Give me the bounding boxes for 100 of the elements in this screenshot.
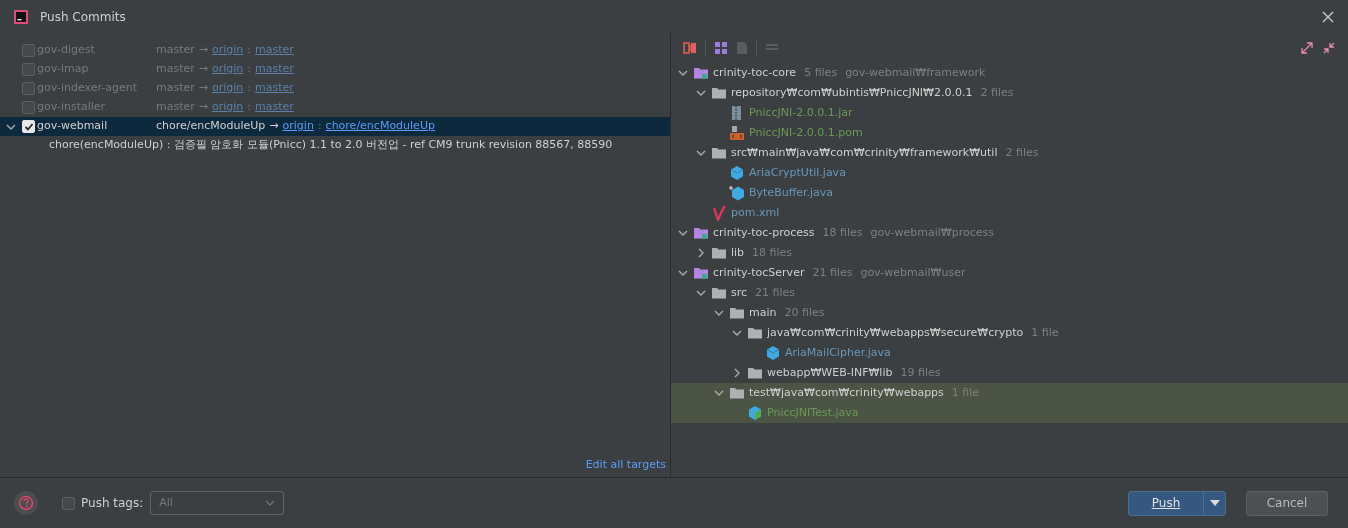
app-icon <box>14 9 28 24</box>
remote-link[interactable]: origin <box>212 80 244 97</box>
tree-row[interactable]: crinity-tocServer 21 files gov-webmail₩user <box>671 263 1348 283</box>
group-by-icon[interactable] <box>714 41 728 55</box>
repository-row[interactable]: gov-imap master → origin : master <box>0 60 670 79</box>
arrow-text: → <box>198 99 208 116</box>
repository-row[interactable]: gov-digest master → origin : master <box>0 41 670 60</box>
tree-item-label[interactable]: AriaCryptUtil.java <box>749 164 846 182</box>
tree-row[interactable]: java₩com₩crinity₩webapps₩secure₩crypto 1 file <box>671 323 1348 343</box>
folder-icon <box>747 365 763 381</box>
tree-row[interactable]: src 21 files <box>671 283 1348 303</box>
file-count: 21 files <box>812 264 853 281</box>
folder-icon <box>711 285 727 301</box>
file-count: 5 files <box>804 64 838 81</box>
remote-link[interactable]: origin <box>282 118 314 135</box>
file-count: 1 file <box>951 384 980 401</box>
tree-item-label[interactable]: crinity-toc-core <box>713 64 797 82</box>
tree-item-label[interactable]: crinity-tocServer <box>713 264 805 282</box>
file-count: 1 file <box>1031 324 1059 341</box>
target-branch-link[interactable]: chore/encModuleUp <box>325 118 435 135</box>
file-count: 2 files <box>1005 144 1039 161</box>
edit-all-targets-link[interactable]: Edit all targets <box>585 456 666 473</box>
tree-item-label[interactable]: PniccJNI-2.0.0.1.pom <box>749 124 863 142</box>
checkbox[interactable] <box>22 44 35 57</box>
tree-item-label[interactable]: main <box>749 304 777 322</box>
tree-item-label[interactable]: lib <box>731 244 745 262</box>
checkbox[interactable] <box>22 63 35 76</box>
repository-row[interactable]: gov-webmail chore/encModuleUp → origin : chore/encModuleUp <box>0 117 670 136</box>
repository-name: gov-installer <box>37 99 107 116</box>
tree-item-label[interactable]: AriaMailCipher.java <box>785 344 891 362</box>
tree-item-label[interactable]: src <box>731 284 748 302</box>
remote-link[interactable]: origin <box>212 99 244 116</box>
file-count: 18 files <box>822 224 863 241</box>
arrow-text: → <box>198 80 208 97</box>
module-path: gov-webmail₩process <box>870 224 994 241</box>
tree-row[interactable]: repository₩com₩ubintis₩PniccJNI₩2.0.0.1 2 files <box>671 83 1348 103</box>
tree-item-label[interactable]: src₩main₩java₩com₩crinity₩framework₩util <box>731 144 998 162</box>
tree-item-label[interactable]: ByteBuffer.java <box>749 184 834 202</box>
target-branch-link[interactable]: master <box>255 42 294 59</box>
help-icon[interactable] <box>14 491 38 515</box>
remote-link[interactable]: origin <box>212 42 244 59</box>
tree-row[interactable]: webapp₩WEB-INF₩lib 19 files <box>671 363 1348 383</box>
tree-item-label[interactable]: PniccJNITest.java <box>767 404 859 422</box>
folder-icon <box>711 145 727 161</box>
tree-item-label[interactable]: crinity-toc-process <box>713 224 815 242</box>
class-icon <box>729 185 745 201</box>
target-branch-link[interactable]: master <box>255 61 294 78</box>
target-branch-link[interactable]: master <box>255 80 294 97</box>
branch-name: master <box>156 99 195 116</box>
tree-row[interactable]: test₩java₩com₩crinity₩webapps 1 file <box>671 383 1348 403</box>
test-class-icon <box>747 405 763 421</box>
tree-row[interactable]: pom.xml <box>671 203 1348 223</box>
tree-row[interactable]: PniccJNITest.java <box>671 403 1348 423</box>
target-branch-link[interactable]: master <box>255 99 294 116</box>
repository-row[interactable]: gov-installer master → origin : master <box>0 98 670 117</box>
branch-name: master <box>156 42 195 59</box>
collapse-icon[interactable] <box>1322 41 1336 55</box>
file-count: 21 files <box>755 284 796 301</box>
branch-name: chore/encModuleUp <box>156 118 266 135</box>
class-icon <box>729 165 745 181</box>
tree-row[interactable]: crinity-toc-core 5 files gov-webmail₩framework <box>671 63 1348 83</box>
repository-row[interactable]: gov-indexer-agent master → origin : master <box>0 79 670 98</box>
chevron-down-icon <box>265 500 276 506</box>
diff-icon[interactable] <box>683 41 697 55</box>
close-icon[interactable] <box>1322 10 1334 23</box>
module-folder-icon <box>693 65 709 81</box>
remote-link[interactable]: origin <box>212 61 244 78</box>
folder-icon <box>747 325 763 341</box>
file-count: 2 files <box>980 84 1014 101</box>
tree-row[interactable]: crinity-toc-process 18 files gov-webmail₩process <box>671 223 1348 243</box>
branch-name: master <box>156 80 195 97</box>
cancel-button[interactable]: Cancel <box>1246 490 1328 516</box>
module-path: gov-webmail₩user <box>860 264 966 281</box>
xml-file-icon <box>729 125 745 141</box>
tree-item-label[interactable]: pom.xml <box>731 204 780 222</box>
module-path: gov-webmail₩framework <box>845 64 986 81</box>
tree-row[interactable]: AriaCryptUtil.java <box>671 163 1348 183</box>
checkbox[interactable] <box>22 82 35 95</box>
tree-item-label[interactable]: java₩com₩crinity₩webapps₩secure₩crypto <box>767 324 1024 342</box>
separator-text: : <box>247 99 252 116</box>
tree-row[interactable]: ByteBuffer.java <box>671 183 1348 203</box>
checkbox[interactable] <box>62 496 75 510</box>
repository-name: gov-imap <box>37 61 90 78</box>
tree-item-label[interactable]: PniccJNI-2.0.0.1.jar <box>749 104 853 122</box>
commit-message[interactable]: chore(encModuleUp) : 검증필 암호화 모듈(Pnicc) 1.1 to 2.0 버전업 - ref CM9 trunk revision 88567, 88590 <box>49 137 613 154</box>
tree-row[interactable]: AriaMailCipher.java <box>671 343 1348 363</box>
tree-row[interactable]: PniccJNI-2.0.0.1.pom <box>671 123 1348 143</box>
tree-row[interactable]: src₩main₩java₩com₩crinity₩framework₩util 2 files <box>671 143 1348 163</box>
folder-icon <box>711 85 727 101</box>
tree-row[interactable]: lib 18 files <box>671 243 1348 263</box>
tree-item-label[interactable]: repository₩com₩ubintis₩PniccJNI₩2.0.0.1 <box>731 84 973 102</box>
tree-item-label[interactable]: webapp₩WEB-INF₩lib <box>767 364 893 382</box>
expand-icon[interactable] <box>1300 41 1314 55</box>
repository-name: gov-indexer-agent <box>37 80 138 97</box>
repository-name: gov-webmail <box>37 118 109 135</box>
tree-row[interactable]: PniccJNI-2.0.0.1.jar <box>671 103 1348 123</box>
checkbox[interactable] <box>22 101 35 114</box>
tree-row[interactable]: main 20 files <box>671 303 1348 323</box>
folder-icon <box>729 385 745 401</box>
tree-item-label[interactable]: test₩java₩com₩crinity₩webapps <box>749 384 944 402</box>
